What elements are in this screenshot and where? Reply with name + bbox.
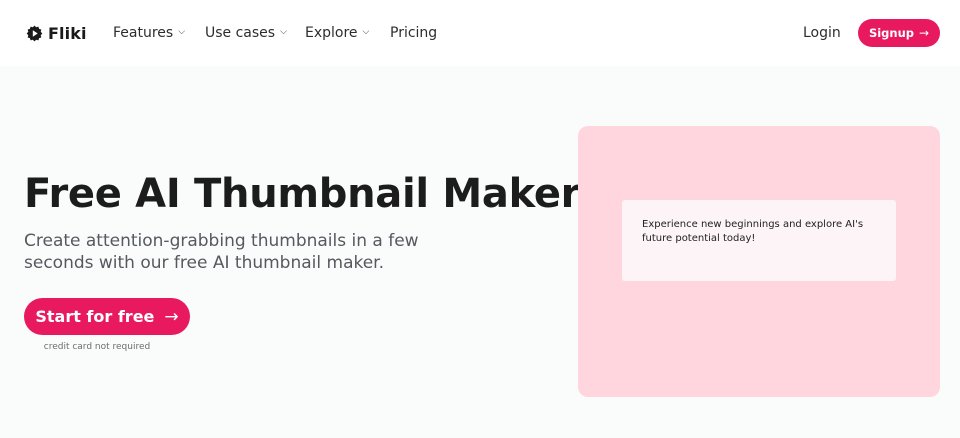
- nav-use-cases[interactable]: Use cases ⌵: [205, 22, 287, 44]
- chevron-down-icon: ⌵: [178, 27, 186, 37]
- nav-explore-label: Explore: [305, 25, 358, 41]
- cta-label: Start for free: [35, 307, 155, 326]
- brand-logo[interactable]: Fliki: [26, 22, 87, 44]
- nav-features[interactable]: Features ⌵: [113, 22, 185, 44]
- chevron-down-icon: ⌵: [280, 27, 287, 37]
- signup-label: Signup: [868, 26, 914, 40]
- nav-features-label: Features: [113, 25, 174, 41]
- hero-subtitle: Create attention-grabbing thumbnails in …: [24, 231, 419, 273]
- fliki-logo-icon: [26, 25, 43, 42]
- thumbnail-preview: Experience new beginnings and explore AI…: [578, 126, 940, 397]
- page-title: Free AI Thumbnail Maker: [24, 171, 581, 217]
- cta-note: credit card not required: [43, 342, 151, 352]
- preview-text: Experience new beginnings and explore AI…: [642, 219, 864, 244]
- nav-pricing-label: Pricing: [390, 25, 438, 41]
- arrow-right-icon: →: [164, 306, 179, 327]
- nav-pricing[interactable]: Pricing: [390, 22, 437, 44]
- arrow-right-icon: →: [919, 26, 930, 40]
- start-for-free-button[interactable]: Start for free →: [24, 298, 190, 335]
- chevron-down-icon: ⌵: [362, 27, 370, 37]
- brand-name: Fliki: [48, 23, 87, 43]
- signup-button[interactable]: Signup →: [858, 19, 940, 47]
- nav-explore[interactable]: Explore ⌵: [305, 22, 369, 44]
- login-link[interactable]: Login: [803, 22, 841, 44]
- nav-use-cases-label: Use cases: [205, 25, 276, 41]
- preview-text-card: Experience new beginnings and explore AI…: [622, 200, 896, 281]
- site-header: Fliki Features ⌵ Use cases ⌵ Explore ⌵ P…: [0, 0, 960, 66]
